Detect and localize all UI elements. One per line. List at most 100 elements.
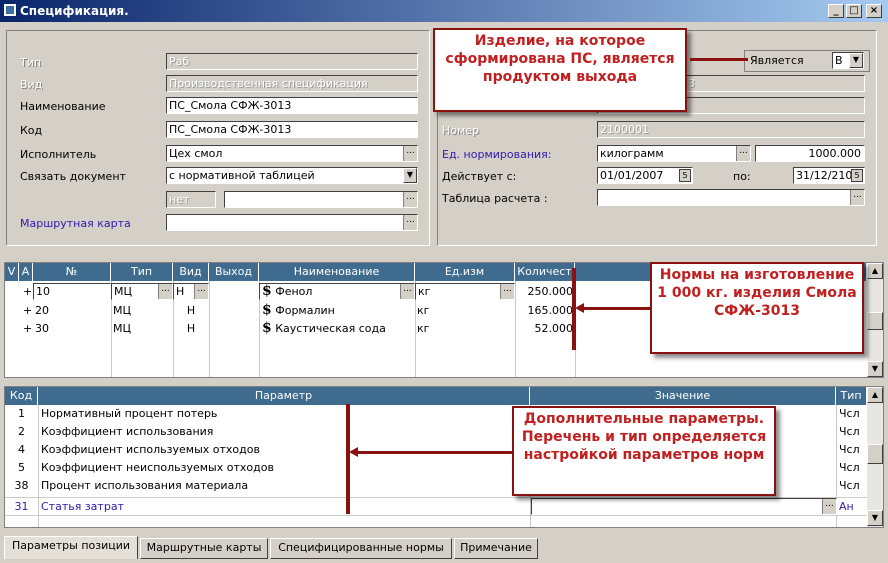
col-param-code[interactable]: Код	[5, 387, 38, 405]
valid-to-input[interactable]: 31/12/2100 5	[793, 167, 865, 184]
param-value-lookup-button[interactable]: ...	[822, 499, 836, 514]
maximize-button[interactable]: □	[846, 4, 862, 18]
param-name: Процент использования материала	[41, 479, 249, 492]
scroll-up-icon[interactable]: ▲	[867, 263, 883, 279]
executor-field[interactable]: Цех смол...	[166, 145, 418, 162]
link-doc-label: Связать документ	[20, 170, 126, 183]
link-doc-select[interactable]: с нормативной таблицей ▼	[166, 167, 418, 184]
callout-norms-arrow	[582, 307, 650, 310]
callout-product-pointer	[690, 58, 748, 61]
type-lookup-button[interactable]: ...	[158, 284, 172, 299]
col-param-name[interactable]: Параметр	[38, 387, 530, 405]
param-type: Ан	[839, 500, 854, 513]
kind-lookup-button[interactable]: ...	[194, 284, 208, 299]
col-output[interactable]: Выход	[209, 263, 259, 281]
callout-product: Изделие, на которое сформирована ПС, явл…	[433, 28, 687, 112]
col-a[interactable]: А	[19, 263, 33, 281]
chevron-down-icon[interactable]: ▼	[849, 53, 863, 68]
row-qty: 52.000	[534, 322, 574, 335]
col-unit[interactable]: Ед.изм	[415, 263, 515, 281]
param-type: Чсл	[839, 443, 860, 456]
row-name-field[interactable]: $ Фенол...	[259, 283, 415, 300]
executor-lookup-button[interactable]: ...	[403, 146, 417, 161]
calendar-icon[interactable]: 5	[679, 169, 691, 182]
row-kind-field[interactable]: Н...	[173, 283, 209, 300]
row-qty[interactable]: 250.000	[515, 284, 574, 299]
row-sign[interactable]: +	[23, 303, 32, 318]
row-number: 30	[35, 322, 49, 335]
param-type: Чсл	[839, 407, 860, 420]
param-code: 4	[18, 443, 25, 456]
param-type: Чсл	[839, 479, 860, 492]
scroll-thumb[interactable]	[867, 312, 883, 330]
code-input[interactable]: ПС_Смола СФЖ-3013	[166, 121, 418, 138]
valid-from-input[interactable]: 01/01/2007 5	[597, 167, 693, 184]
chevron-down-icon[interactable]: ▼	[403, 168, 417, 183]
type-label: Тип	[20, 56, 42, 69]
col-number[interactable]: №	[33, 263, 111, 281]
tab-position-params[interactable]: Параметры позиции	[4, 536, 138, 559]
row-sign[interactable]: +	[23, 321, 32, 336]
valid-from-label: Действует с:	[442, 170, 517, 183]
row-sign[interactable]: +	[23, 284, 32, 299]
unit-qty-input[interactable]: 1000.000	[755, 145, 865, 162]
col-type[interactable]: Тип	[111, 263, 173, 281]
route-card-label: Маршрутная карта	[20, 217, 131, 230]
arrow-left-icon	[349, 447, 358, 457]
row-unit: кг	[417, 304, 430, 317]
table-row-selected[interactable]: 31 Статья затрат ... Ан	[5, 497, 867, 516]
param-name: Коэффициент неиспользуемых отходов	[41, 461, 274, 474]
link-doc-lookup-button[interactable]: ...	[403, 192, 417, 207]
col-v[interactable]: V	[5, 263, 19, 281]
col-name[interactable]: Наименование	[259, 263, 415, 281]
tab-specified-norms[interactable]: Специфицированные нормы	[270, 538, 452, 559]
unit-label: Ед. нормирования:	[442, 148, 552, 161]
row-kind: Н	[186, 322, 196, 335]
name-label: Наименование	[20, 100, 106, 113]
param-code: 1	[18, 407, 25, 420]
param-code: 2	[18, 425, 25, 438]
row-kind: Н	[186, 304, 196, 317]
param-name: Коэффициент используемых отходов	[41, 443, 260, 456]
calc-table-lookup-button[interactable]: ...	[850, 190, 864, 205]
minimize-button[interactable]: _	[828, 4, 844, 18]
unit-lookup-button[interactable]: ...	[500, 284, 514, 299]
scroll-thumb[interactable]	[867, 444, 883, 464]
tab-notes[interactable]: Примечание	[454, 538, 538, 559]
name-lookup-button[interactable]: ...	[400, 284, 414, 299]
close-button[interactable]: ×	[866, 4, 882, 18]
calendar-icon[interactable]: 5	[851, 169, 863, 182]
title-bar: Спецификация. _ □ ×	[0, 0, 888, 22]
col-param-value[interactable]: Значение	[530, 387, 836, 405]
unit-field[interactable]: килограмм...	[597, 145, 751, 162]
row-type-field[interactable]: МЦ...	[111, 283, 173, 300]
param-name: Нормативный процент потерь	[41, 407, 218, 420]
callout-extra-arrow	[356, 451, 512, 454]
row-unit-field[interactable]: кг...	[415, 283, 515, 300]
scroll-up-icon[interactable]: ▲	[867, 387, 883, 403]
row-unit: кг	[417, 322, 430, 335]
route-card-field[interactable]: ...	[166, 214, 418, 231]
param-code: 31	[14, 500, 29, 513]
col-param-type[interactable]: Тип	[836, 387, 867, 405]
row-number-input[interactable]: 10	[33, 283, 111, 300]
app-icon	[3, 3, 17, 17]
unit-lookup-button[interactable]: ...	[736, 146, 750, 161]
col-quantity[interactable]: Количест	[515, 263, 575, 281]
col-kind[interactable]: Вид	[173, 263, 209, 281]
scroll-down-icon[interactable]: ▼	[867, 361, 883, 377]
valid-to-label: по:	[733, 170, 751, 183]
calc-table-field[interactable]: ...	[597, 189, 865, 206]
param-type: Чсл	[839, 461, 860, 474]
scroll-down-icon[interactable]: ▼	[867, 510, 883, 526]
is-product-select[interactable]: В ▼	[832, 52, 864, 69]
dollar-icon: $	[262, 321, 272, 336]
tab-route-cards[interactable]: Маршрутные карты	[140, 538, 268, 559]
row-type: МЦ	[113, 322, 132, 335]
row-name: $ Каустическая сода	[262, 321, 386, 336]
link-doc-ref-field[interactable]: ...	[224, 191, 418, 208]
route-card-lookup-button[interactable]: ...	[403, 215, 417, 230]
name-input[interactable]: ПС_Смола СФЖ-3013	[166, 97, 418, 114]
arrow-left-icon	[575, 303, 584, 313]
param-value-field[interactable]: ...	[531, 498, 837, 515]
